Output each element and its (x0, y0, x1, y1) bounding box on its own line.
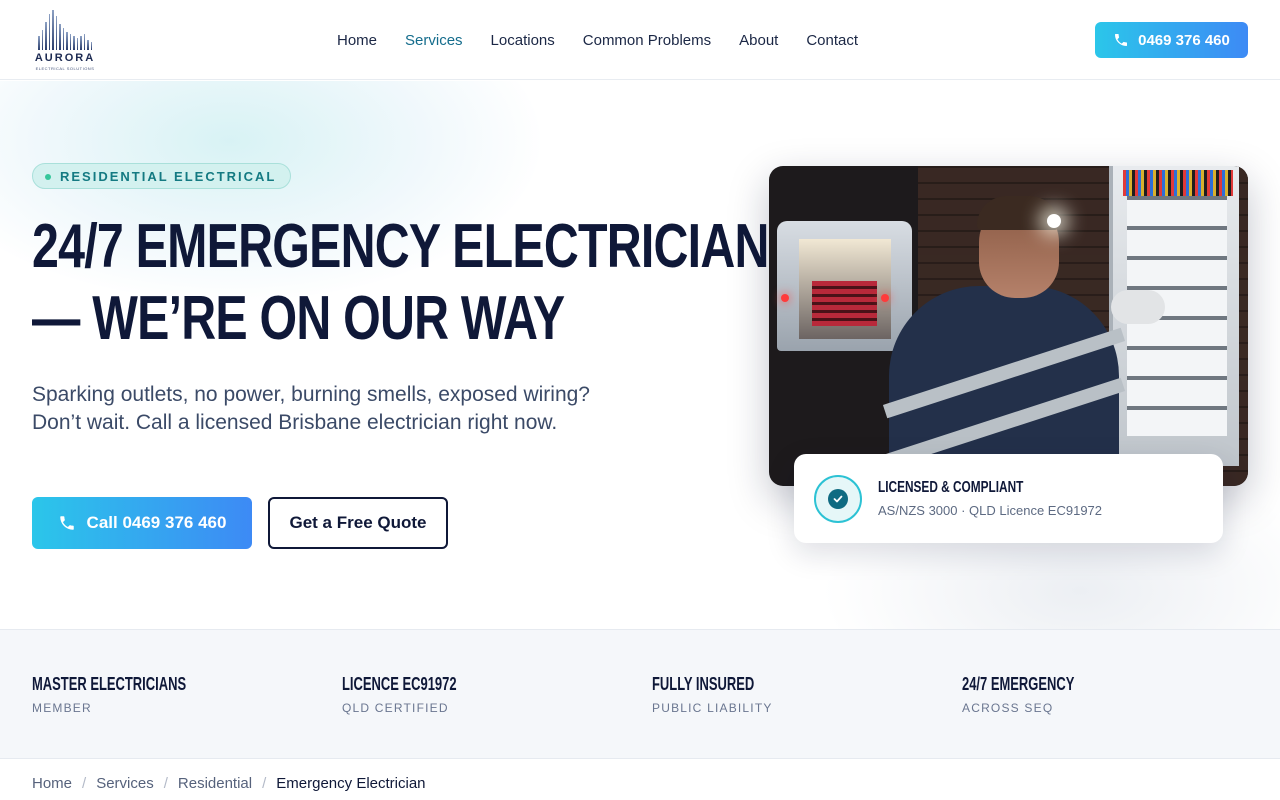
phone-icon (1115, 34, 1128, 46)
trust-item-subtitle: ACROSS SEQ (962, 701, 1054, 715)
category-badge: RESIDENTIAL ELECTRICAL (32, 163, 292, 189)
hero-section: RESIDENTIAL ELECTRICAL 24/7 Emergency El… (0, 81, 1280, 629)
trust-item: Fully Insured PUBLIC LIABILITY (652, 674, 952, 715)
trust-item: 24/7 Emergency ACROSS SEQ (962, 674, 1262, 715)
trust-strip: Master Electricians MEMBER Licence EC919… (0, 629, 1280, 759)
nav-item-services[interactable]: Services (405, 32, 463, 49)
breadcrumb-separator: / (82, 775, 87, 792)
breadcrumb-residential[interactable]: Residential (178, 775, 252, 792)
check-badge-icon (814, 475, 862, 523)
breadcrumb-separator: / (262, 775, 267, 792)
badge-dot-icon (45, 174, 51, 180)
nav-item-common-problems[interactable]: Common Problems (583, 32, 711, 49)
brand-logo[interactable]: AURORA ELECTRICAL SOLUTIONS (32, 10, 98, 72)
nav-item-locations[interactable]: Locations (491, 32, 555, 49)
badge-label: RESIDENTIAL ELECTRICAL (60, 168, 277, 184)
call-now-button[interactable]: Call 0469 376 460 (32, 497, 252, 549)
trust-item-subtitle: MEMBER (32, 701, 92, 715)
free-quote-button[interactable]: Get a Free Quote (268, 497, 448, 549)
trust-item: Licence EC91972 QLD CERTIFIED (342, 674, 642, 715)
trust-item-title: Master Electricians (32, 674, 187, 694)
trust-item-subtitle: PUBLIC LIABILITY (652, 701, 773, 715)
brand-name: AURORA (34, 52, 96, 64)
headlamp-icon (1047, 214, 1061, 228)
site-header: AURORA ELECTRICAL SOLUTIONS Home Service… (0, 0, 1280, 80)
electrician-figure (849, 196, 1165, 486)
header-call-label: 0469 376 460 (1138, 31, 1230, 49)
nav-item-home[interactable]: Home (337, 32, 377, 49)
breadcrumb: Home / Services / Residential / Emergenc… (32, 775, 426, 792)
header-call-button[interactable]: 0469 376 460 (1095, 22, 1248, 58)
brand-tagline: ELECTRICAL SOLUTIONS (35, 66, 95, 71)
check-icon (833, 495, 843, 503)
breadcrumb-separator: / (163, 775, 168, 792)
trust-item-title: Fully Insured (652, 674, 755, 694)
breadcrumb-current: Emergency Electrician (276, 775, 426, 792)
electrician-photo (769, 166, 1248, 486)
nav-item-contact[interactable]: Contact (806, 32, 858, 49)
trust-item-title: Licence EC91972 (342, 674, 457, 694)
license-card-subtitle: AS/NZS 3000 · QLD Licence EC91972 (878, 503, 1103, 518)
hero-description: Sparking outlets, no power, burning smel… (32, 383, 590, 434)
license-card: Licensed & Compliant AS/NZS 3000 · QLD L… (794, 454, 1223, 543)
trust-item-subtitle: QLD CERTIFIED (342, 701, 449, 715)
main-nav: Home Services Locations Common Problems … (337, 0, 858, 80)
title-line-2: — We’re On Our Way (32, 284, 565, 353)
breadcrumb-home[interactable]: Home (32, 775, 72, 792)
page-title: 24/7 Emergency Electrician — We’re On Ou… (32, 211, 769, 355)
phone-icon (59, 516, 74, 530)
title-line-1: 24/7 Emergency Electrician (32, 212, 769, 281)
trust-item-title: 24/7 Emergency (962, 674, 1075, 694)
breadcrumb-services[interactable]: Services (96, 775, 154, 792)
call-now-label: Call 0469 376 460 (86, 513, 227, 532)
nav-item-about[interactable]: About (739, 32, 778, 49)
license-card-title: Licensed & Compliant (878, 479, 1024, 496)
logo-mark-icon (38, 10, 92, 50)
trust-item: Master Electricians MEMBER (32, 674, 332, 715)
